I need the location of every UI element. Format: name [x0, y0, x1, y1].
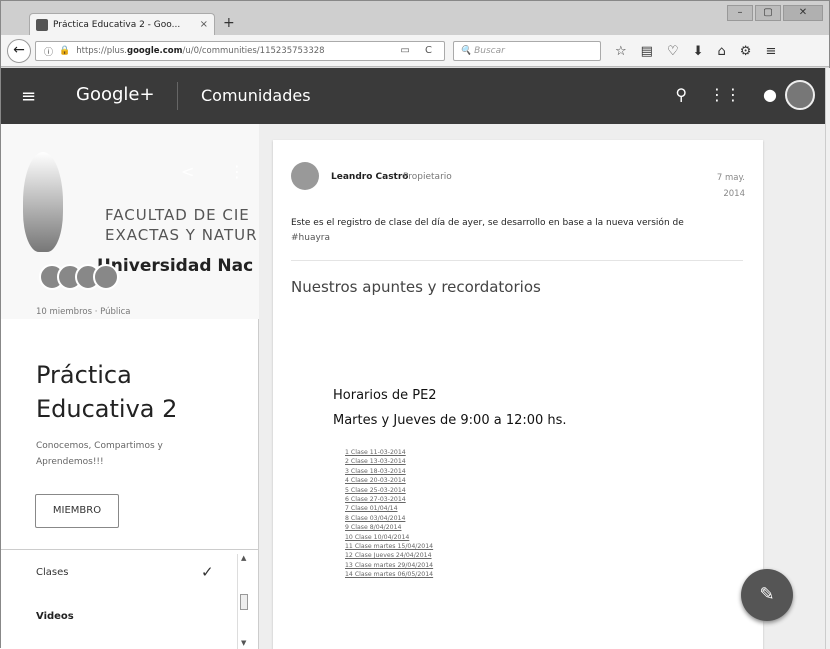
list-item[interactable]: 5 Clase 25-03-2014: [345, 486, 433, 495]
search-input[interactable]: 🔍 Buscar: [453, 41, 601, 61]
community-sidebar: FACULTAD DE CIE EXACTAS Y NATUR Universi…: [1, 124, 259, 649]
list-item[interactable]: 12 Clase Jueves 24/04/2014: [345, 551, 433, 560]
post-date[interactable]: 7 may. 2014: [717, 170, 745, 202]
search-placeholder: Buscar: [474, 46, 505, 56]
attachment-title[interactable]: Nuestros apuntes y recordatorios: [291, 278, 541, 296]
category-divider: [1, 549, 259, 550]
google-plus-header: ≡ Google+ Comunidades ⚲ ⋮⋮ ●: [1, 68, 825, 124]
list-item[interactable]: 13 Clase martes 29/04/2014: [345, 561, 433, 570]
browser-window: Práctica Educativa 2 - Goo... × + – ▢ ✕ …: [0, 0, 830, 649]
tab-title: Práctica Educativa 2 - Goo...: [53, 19, 181, 30]
tab-close-icon[interactable]: ×: [200, 19, 208, 30]
list-item[interactable]: 10 Clase 10/04/2014: [345, 533, 433, 542]
notifications-icon[interactable]: ●: [763, 85, 777, 104]
list-item[interactable]: 9 Clase 8/04/2014: [345, 523, 433, 532]
apps-grid-icon[interactable]: ⋮⋮: [709, 85, 741, 104]
more-options-icon[interactable]: ⋮: [229, 162, 245, 181]
post-date-line1: 7 may.: [716, 173, 745, 183]
navigation-bar: ← ⓘ 🔒 https://plus. google.com/u/0/commun…: [1, 35, 829, 67]
category-item-clases[interactable]: Clases: [36, 567, 68, 578]
download-icon[interactable]: ⬇: [693, 44, 704, 59]
category-scrollbar[interactable]: ▲ ▼: [237, 554, 251, 649]
hamburger-menu-icon[interactable]: ≡: [21, 86, 36, 107]
maximize-button[interactable]: ▢: [755, 5, 781, 21]
bookmark-star-icon[interactable]: ☆: [615, 44, 627, 59]
post-divider: [291, 260, 743, 261]
post-author[interactable]: Leandro Castro: [331, 172, 408, 182]
cover-text-line2: EXACTAS Y NATUR: [105, 226, 258, 244]
list-item[interactable]: 11 Clase martes 15/04/2014: [345, 542, 433, 551]
library-icon[interactable]: ▤: [641, 44, 653, 59]
check-icon: ✓: [201, 563, 214, 581]
member-button[interactable]: MIEMBRO: [35, 494, 119, 528]
page-scrollbar[interactable]: [825, 68, 830, 649]
favicon-icon: [36, 18, 48, 31]
cover-text-line1: FACULTAD DE CIE: [105, 206, 250, 224]
member-avatars[interactable]: [39, 264, 119, 290]
browser-tab[interactable]: Práctica Educativa 2 - Goo... ×: [29, 13, 215, 35]
list-item[interactable]: 1 Clase 11-03-2014: [345, 448, 433, 457]
title-bar: Práctica Educativa 2 - Goo... × + – ▢ ✕: [1, 1, 829, 35]
list-item[interactable]: 6 Clase 27-03-2014: [345, 495, 433, 504]
post-stream: Leandro Castro Propietario 7 may. 2014 E…: [259, 124, 825, 649]
scroll-down-icon[interactable]: ▼: [241, 639, 246, 647]
category-item-videos[interactable]: Videos: [36, 611, 74, 622]
post-body: Este es el registro de clase del día de …: [291, 218, 684, 228]
community-cover: FACULTAD DE CIE EXACTAS Y NATUR Universi…: [1, 124, 259, 319]
list-item[interactable]: 7 Clase 01/04/14: [345, 504, 433, 513]
header-divider: [177, 82, 178, 110]
compose-pencil-icon[interactable]: ✎: [741, 569, 793, 621]
reload-icon[interactable]: ▭ C: [400, 45, 438, 56]
close-window-button[interactable]: ✕: [783, 5, 823, 21]
url-path: /u/0/communities/115235753328: [182, 46, 325, 56]
list-item[interactable]: 4 Clase 20-03-2014: [345, 476, 433, 485]
community-tagline: Conocemos, Compartimos y Aprendemos!!!: [36, 441, 163, 467]
info-icon[interactable]: ⓘ: [44, 45, 53, 58]
author-avatar[interactable]: [291, 162, 319, 190]
avatar: [93, 264, 119, 290]
community-title: Práctica Educativa 2: [36, 361, 178, 423]
toolbar-icons: ☆ ▤ ♡ ⬇ ⌂ ⚙ ≡: [615, 44, 776, 59]
class-list: 1 Clase 11-03-2014 2 Clase 13-03-2014 3 …: [345, 448, 433, 580]
post-date-line2: 2014: [723, 189, 745, 199]
extension-icon[interactable]: ⚙: [740, 44, 752, 59]
community-meta: 10 miembros · Pública: [36, 307, 131, 317]
scroll-up-icon[interactable]: ▲: [241, 554, 246, 562]
share-icon[interactable]: <: [181, 162, 194, 181]
list-item[interactable]: 8 Clase 03/04/2014: [345, 514, 433, 523]
faculty-logo: [23, 152, 63, 252]
menu-icon[interactable]: ≡: [765, 44, 776, 59]
minimize-button[interactable]: –: [727, 5, 753, 21]
search-icon[interactable]: ⚲: [675, 85, 687, 104]
schedule-title: Horarios de PE2: [333, 388, 437, 403]
lock-icon: 🔒: [59, 46, 71, 56]
window-controls: – ▢ ✕: [727, 5, 823, 21]
home-icon[interactable]: ⌂: [718, 44, 726, 59]
cover-text-line3: Universidad Nac: [97, 256, 254, 276]
back-button[interactable]: ←: [7, 39, 31, 63]
hashtag-link[interactable]: #huayra: [291, 233, 330, 243]
list-item[interactable]: 3 Clase 18-03-2014: [345, 467, 433, 476]
new-tab-button[interactable]: +: [223, 15, 235, 31]
author-role: Propietario: [403, 172, 452, 182]
post-text: Este es el registro de clase del día de …: [291, 216, 721, 246]
post-card: Leandro Castro Propietario 7 may. 2014 E…: [273, 140, 763, 649]
schedule-time: Martes y Jueves de 9:00 a 12:00 hs.: [333, 413, 567, 428]
section-title: Comunidades: [201, 86, 311, 105]
url-prefix: https://plus.: [76, 46, 127, 56]
address-bar[interactable]: ⓘ 🔒 https://plus. google.com/u/0/communit…: [35, 41, 445, 61]
url-host: google.com: [126, 46, 183, 56]
list-item[interactable]: 2 Clase 13-03-2014: [345, 457, 433, 466]
header-icons: ⚲ ⋮⋮ ●: [675, 85, 777, 104]
user-avatar[interactable]: [785, 80, 815, 110]
list-item[interactable]: 14 Clase martes 06/05/2014: [345, 570, 433, 579]
google-plus-logo[interactable]: Google+: [76, 84, 155, 105]
pocket-icon[interactable]: ♡: [667, 44, 679, 59]
scroll-thumb[interactable]: [240, 594, 248, 610]
